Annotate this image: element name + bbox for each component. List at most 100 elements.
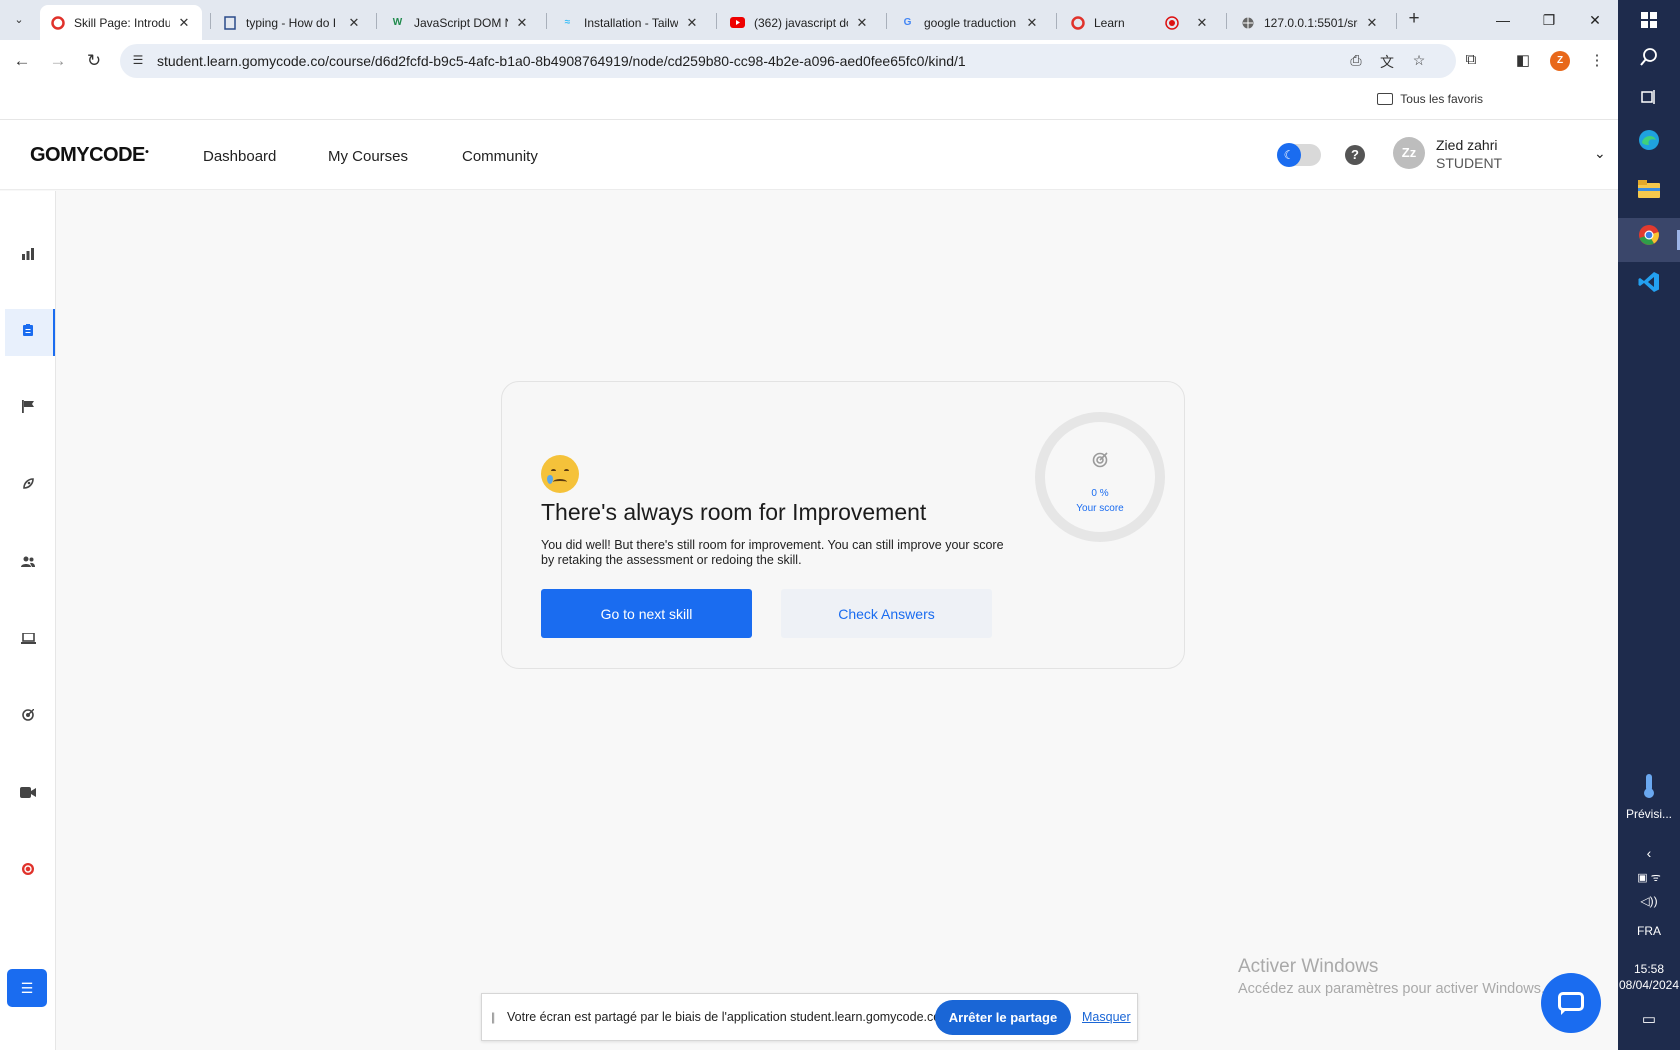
tab-title: Skill Page: Introduc [74,15,170,30]
app-header: GOMYCODE● Dashboard My Courses Community… [0,120,1618,190]
url-text[interactable]: student.learn.gomycode.co/course/d6d2fcf… [157,53,966,69]
help-icon[interactable]: ? [1345,145,1365,165]
more-menu-icon[interactable]: ⋮ [1586,51,1608,73]
close-icon[interactable]: ✕ [1024,15,1040,31]
nav-community[interactable]: Community [462,148,538,165]
vscode-icon[interactable] [1618,265,1680,309]
address-bar[interactable]: ☰ student.learn.gomycode.co/course/d6d2f… [120,44,1456,78]
site-settings-icon[interactable]: ☰ [130,53,146,69]
close-icon[interactable]: ✕ [1194,15,1210,31]
globe-icon [1240,15,1255,30]
close-icon[interactable]: ✕ [684,15,700,31]
tab-separator [546,13,547,29]
back-arrow-icon[interactable]: ← [10,50,34,72]
tab-separator [1396,13,1397,29]
profile-avatar[interactable]: Z [1550,51,1570,71]
tab-title: Installation - Tailw [584,15,678,30]
nav-my-courses[interactable]: My Courses [328,148,408,165]
target-icon[interactable] [18,707,38,727]
bookmark-star-icon[interactable]: ☆ [1409,52,1429,70]
doc-icon [222,15,237,30]
close-icon[interactable]: ✕ [854,15,870,31]
weather-label[interactable]: Prévisi... [1618,807,1680,821]
rocket-icon[interactable] [18,476,38,496]
extensions-icon[interactable]: ⧉ [1460,51,1482,73]
browser-tab-google-traduction[interactable]: G google traduction ✕ [890,5,1050,40]
browser-tab-youtube[interactable]: (362) javascript do ✕ [720,5,880,40]
new-tab-plus-icon[interactable]: + [1402,8,1426,32]
clock-date[interactable]: 08/04/2024 [1618,978,1680,992]
install-app-icon[interactable]: ⎙ [1346,52,1366,70]
browser-tab-skill-page[interactable]: Skill Page: Introduc ✕ [40,5,202,40]
flag-icon[interactable] [18,399,38,419]
hide-link[interactable]: Masquer [1082,1010,1131,1024]
activation-watermark-title: Activer Windows [1238,956,1379,977]
system-tray-icons[interactable]: ▣ ᯤ [1618,870,1680,885]
drag-handle-icon[interactable]: || [491,1010,495,1024]
next-skill-button[interactable]: Go to next skill [541,589,752,638]
chevron-left-icon[interactable]: ‹ [1618,845,1680,861]
laptop-icon[interactable] [18,630,38,650]
close-icon[interactable]: ✕ [346,15,362,31]
chat-support-button[interactable] [1541,973,1601,1033]
clipboard-icon[interactable] [18,322,38,342]
course-outline-list-icon[interactable]: ☰ [7,969,47,1007]
stop-sharing-button[interactable]: Arrêter le partage [935,1000,1071,1035]
emoji-mouth [553,479,567,485]
stats-icon[interactable] [18,246,38,266]
close-icon[interactable]: ✕ [1364,15,1380,31]
badge-icon[interactable] [18,861,38,881]
forward-arrow-icon[interactable]: → [46,50,70,72]
close-icon[interactable]: ✕ [514,15,530,31]
score-label: Your score [1076,503,1124,514]
language-indicator[interactable]: FRA [1618,924,1680,938]
nav-dashboard[interactable]: Dashboard [203,148,276,165]
all-bookmarks-folder[interactable]: Tous les favoris [1377,92,1483,106]
chrome-icon[interactable] [1618,218,1680,262]
youtube-icon [730,15,745,30]
sidebar [0,191,56,1050]
tab-separator [376,13,377,29]
browser-tab-javascript-dom[interactable]: W JavaScript DOM N ✕ [380,5,540,40]
volume-icon[interactable]: ◁)) [1618,894,1680,908]
target-icon [1060,452,1140,473]
browser-tab-typing[interactable]: typing - How do I ✕ [212,5,372,40]
side-panel-icon[interactable]: ◧ [1512,51,1534,73]
video-icon[interactable] [18,784,38,804]
minimize-icon[interactable]: — [1480,6,1526,34]
avatar[interactable]: Zz [1393,137,1425,169]
notifications-icon[interactable]: ▭ [1618,1010,1680,1028]
browser-tab-learn[interactable]: Learn ✕ [1060,5,1220,40]
chevron-down-icon[interactable]: ⌄ [1594,145,1606,162]
file-explorer-icon[interactable] [1618,170,1680,214]
tailwind-icon: ≈ [564,17,571,28]
browser-tab-tailwind[interactable]: ≈ Installation - Tailw ✕ [550,5,710,40]
folder-icon [1377,93,1394,105]
close-icon[interactable]: ✕ [176,15,192,31]
score-value: 0 % [1091,488,1109,499]
bookmarks-folder-label: Tous les favoris [1400,92,1483,106]
reload-icon[interactable]: ↻ [82,50,106,72]
window-close-icon[interactable]: ✕ [1572,6,1618,34]
people-icon[interactable] [18,553,38,573]
clock-time[interactable]: 15:58 [1618,962,1680,976]
browser-tab-localhost[interactable]: 127.0.0.1:5501/src ✕ [1230,5,1390,40]
dark-mode-toggle[interactable]: ☾ [1277,143,1321,167]
result-card: There's always room for Improvement You … [501,381,1185,669]
restore-icon[interactable]: ❐ [1526,6,1572,34]
check-answers-button[interactable]: Check Answers [781,589,992,638]
edge-browser-icon[interactable] [1618,123,1680,167]
task-view-icon[interactable] [1618,77,1680,121]
score-ring [1035,412,1165,542]
tab-search-chevron-icon[interactable]: ⌄ [8,9,30,31]
gomycode-icon [50,15,65,30]
gomycode-logo[interactable]: GOMYCODE● [30,144,149,167]
search-icon[interactable] [1618,38,1680,82]
activation-watermark-subtitle: Accédez aux paramètres pour activer Wind… [1238,981,1546,997]
screen-share-bar: || Votre écran est partagé par le biais … [481,993,1138,1041]
windows-taskbar: Prévisi... ‹ ▣ ᯤ ◁)) FRA 15:58 08/04/202… [1618,0,1680,1050]
tab-separator [886,13,887,29]
user-name: Zied zahri [1436,137,1498,153]
translate-icon[interactable]: 文 [1377,52,1397,70]
result-title: There's always room for Improvement [541,499,927,525]
